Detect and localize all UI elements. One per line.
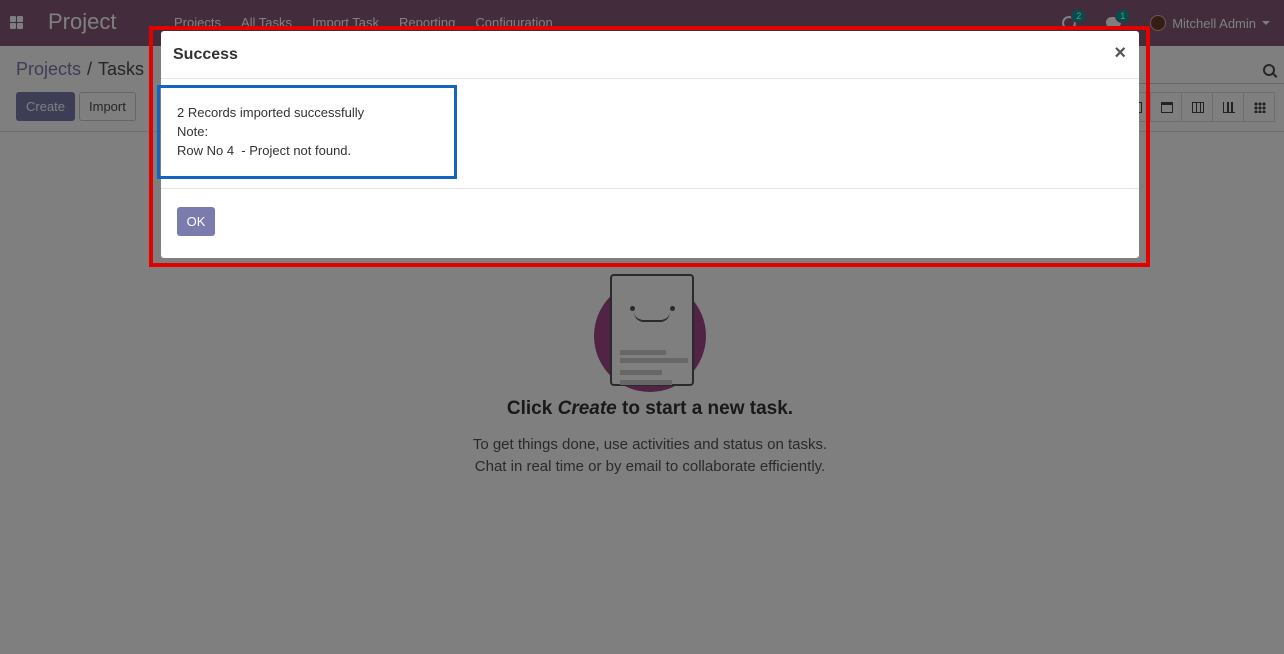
close-icon[interactable]: ×	[1114, 43, 1126, 63]
dialog-footer: OK	[161, 189, 1139, 258]
ok-button[interactable]: OK	[177, 207, 215, 236]
dialog-title: Success	[173, 46, 238, 63]
dialog-header: Success ×	[161, 31, 1139, 79]
message-highlight-frame	[157, 85, 457, 179]
